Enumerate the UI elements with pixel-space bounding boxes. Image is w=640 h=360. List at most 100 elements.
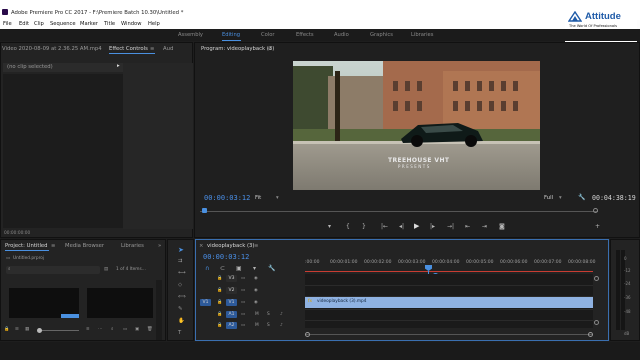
pen-tool-icon[interactable]: ✎	[178, 306, 182, 312]
project-scrollbar[interactable]	[156, 280, 162, 340]
playhead-handle[interactable]	[202, 208, 207, 213]
play-icon[interactable]: ▶	[414, 222, 419, 230]
timeline-sequence-tab[interactable]: videoplayback (3)	[207, 243, 254, 249]
menu-title[interactable]: Title	[104, 21, 115, 27]
track-lock-icon[interactable]: 🔒	[217, 276, 222, 281]
workspace-editing[interactable]: Editing	[222, 32, 240, 38]
track-lock-icon[interactable]: 🔒	[217, 300, 222, 305]
mute-a1[interactable]: M	[255, 312, 259, 317]
timeline-zoom-bar[interactable]	[305, 332, 593, 337]
tab-libraries[interactable]: Libraries	[121, 243, 144, 249]
timeline-timecode[interactable]: 00:00:03:12	[203, 253, 249, 261]
zoom-handle-right[interactable]	[588, 332, 593, 337]
work-area-bar[interactable]	[305, 271, 593, 272]
menu-file[interactable]: File	[3, 21, 12, 27]
eye-icon[interactable]: ◉	[254, 288, 258, 293]
zoom-slider-thumb[interactable]	[37, 328, 42, 333]
menu-marker[interactable]: Marker	[80, 21, 98, 27]
zoom-handle-left[interactable]	[305, 332, 310, 337]
effect-controls-menu-icon[interactable]: ≡	[150, 46, 154, 52]
program-menu-icon[interactable]: ≡	[267, 46, 271, 52]
project-menu-icon[interactable]: ≡	[51, 243, 55, 249]
go-to-out-icon[interactable]: →|	[447, 223, 454, 230]
expand-panels-icon[interactable]: »	[158, 243, 161, 249]
workspace-effects[interactable]: Effects	[296, 32, 314, 38]
zoom-fit-dropdown[interactable]: Fit ▾	[253, 193, 283, 203]
snap-icon[interactable]: ∩	[205, 265, 209, 272]
list-view-icon[interactable]: ☰	[15, 327, 19, 332]
overwrite-icon[interactable]: ⇥	[482, 223, 487, 230]
menu-help[interactable]: Help	[148, 21, 160, 27]
scroll-handle-bottom[interactable]	[594, 320, 599, 325]
track-target-v3[interactable]: V3	[226, 275, 237, 282]
icon-view-icon[interactable]: ▦	[25, 327, 29, 332]
delete-icon[interactable]: 🗑	[147, 327, 152, 332]
menu-sequence[interactable]: Sequence	[50, 21, 76, 27]
toggle-sync-icon[interactable]: ▭	[241, 276, 245, 281]
tab-audio-mixer[interactable]: Aud	[163, 46, 173, 52]
wrench-icon[interactable]: 🔧	[578, 194, 585, 201]
eye-icon[interactable]: ◉	[254, 300, 258, 305]
solo-a2[interactable]: S	[267, 323, 270, 328]
track-lock-icon[interactable]: 🔒	[217, 288, 222, 293]
type-tool-icon[interactable]: T	[178, 330, 181, 336]
track-lock-icon[interactable]: 🔒	[217, 323, 222, 328]
toggle-sync-icon[interactable]: ▭	[241, 300, 245, 305]
workspace-audio[interactable]: Audio	[334, 32, 349, 38]
workspace-assembly[interactable]: Assembly	[178, 32, 203, 38]
menu-edit[interactable]: Edit	[19, 21, 29, 27]
nest-icon[interactable]: ▣	[236, 265, 242, 272]
ripple-edit-tool-icon[interactable]: ⟷	[178, 270, 186, 276]
mark-out-icon[interactable]: }	[362, 223, 366, 230]
scroll-handle-top[interactable]	[594, 276, 599, 281]
add-marker-icon[interactable]: ▾	[253, 265, 256, 272]
razor-tool-icon[interactable]: ◇	[178, 282, 182, 288]
workspace-color[interactable]: Color	[261, 32, 275, 38]
find-icon[interactable]: ⌕	[111, 327, 113, 332]
tab-media-browser[interactable]: Media Browser	[65, 243, 104, 249]
menu-clip[interactable]: Clip	[34, 21, 44, 27]
new-bin-icon[interactable]: ▭	[123, 327, 127, 332]
track-area[interactable]: fx videoplayback (3).mp4	[305, 274, 593, 328]
slip-tool-icon[interactable]: ⟺	[178, 294, 186, 300]
close-tab-icon[interactable]: ×	[199, 243, 203, 249]
sort-icon[interactable]: ≡	[86, 327, 90, 332]
automate-icon[interactable]: ⋯	[98, 327, 102, 332]
new-item-icon[interactable]: ▣	[135, 327, 139, 332]
add-button-icon[interactable]: +	[595, 223, 600, 230]
go-to-in-icon[interactable]: |←	[381, 223, 388, 230]
workspace-libraries[interactable]: Libraries	[411, 32, 433, 38]
playback-quality-dropdown[interactable]: Full ▾	[544, 193, 574, 203]
program-scrub-bar[interactable]	[200, 208, 598, 214]
solo-a1[interactable]: S	[267, 312, 270, 317]
eye-icon[interactable]: ◉	[254, 276, 258, 281]
workspace-graphics[interactable]: Graphics	[370, 32, 393, 38]
linked-selection-icon[interactable]: ⊂	[220, 265, 225, 272]
track-target-a1[interactable]: A1	[226, 311, 237, 318]
step-forward-icon[interactable]: |▸	[430, 223, 435, 230]
video-clip[interactable]: fx videoplayback (3).mp4	[305, 297, 593, 308]
expand-arrow-icon[interactable]: ▸	[117, 63, 120, 69]
track-target-a2[interactable]: A2	[226, 322, 237, 329]
tab-effect-controls[interactable]: Effect Controls	[109, 46, 148, 52]
microphone-icon[interactable]: ♪	[280, 312, 283, 317]
add-marker-icon[interactable]: ▾	[328, 223, 331, 230]
track-select-tool-icon[interactable]: ⇉	[178, 258, 182, 264]
tab-project[interactable]: Project: Untitled	[5, 243, 48, 249]
bin-icon[interactable]: ▤	[104, 267, 108, 272]
program-timecode[interactable]: 00:00:03:12	[204, 194, 250, 202]
timeline-settings-icon[interactable]: 🔧	[268, 265, 275, 272]
media-thumbnail-2[interactable]	[87, 288, 153, 318]
toggle-sync-icon[interactable]: ▭	[241, 312, 245, 317]
source-patch-v1[interactable]: V1	[200, 299, 211, 306]
step-back-icon[interactable]: ◂|	[399, 223, 404, 230]
zoom-slider[interactable]	[39, 330, 79, 331]
insert-icon[interactable]: ⇤	[465, 223, 470, 230]
selection-tool-icon[interactable]: ➤	[178, 246, 184, 254]
toggle-sync-icon[interactable]: ▭	[241, 323, 245, 328]
track-lock-icon[interactable]: 🔒	[217, 312, 222, 317]
program-monitor-title[interactable]: Program: videoplayback (3)	[201, 46, 274, 52]
microphone-icon[interactable]: ♪	[280, 323, 283, 328]
mute-a2[interactable]: M	[255, 323, 259, 328]
timeline-scrollbar[interactable]	[594, 274, 600, 328]
